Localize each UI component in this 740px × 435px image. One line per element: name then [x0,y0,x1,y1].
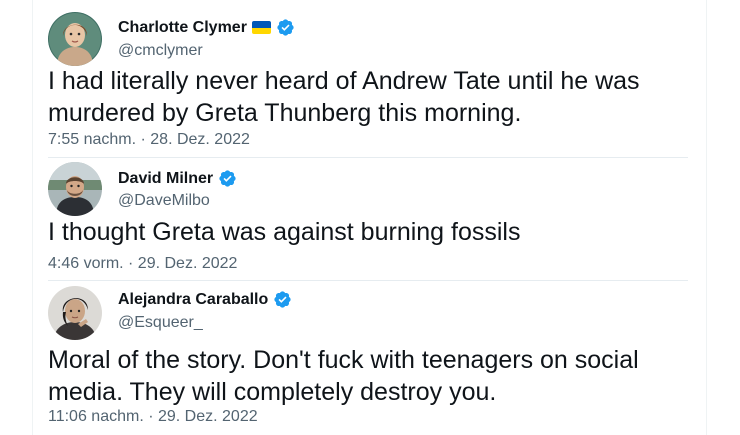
display-name[interactable]: Alejandra Caraballo [118,291,268,309]
avatar[interactable] [48,12,102,66]
user-handle[interactable]: @Esqueer_ [118,314,203,332]
verified-badge-icon [273,290,292,309]
display-name[interactable]: Charlotte Clymer [118,19,247,37]
user-handle[interactable]: @cmclymer [118,42,203,60]
tweet-timestamp[interactable]: 11:06 nachm. · 29. Dez. 2022 [48,408,258,426]
tweet-text: I thought Greta was against burning foss… [48,218,521,246]
verified-badge-icon [276,18,295,37]
verified-badge-icon [218,169,237,188]
divider [48,157,688,158]
avatar[interactable] [48,162,102,216]
divider [48,280,688,281]
display-name[interactable]: David Milner [118,170,213,188]
tweet-text: I had literally never heard of Andrew Ta… [48,67,640,127]
tweet-text: Moral of the story. Don't fuck with teen… [48,346,639,406]
user-handle[interactable]: @DaveMilbo [118,192,210,210]
avatar[interactable] [48,286,102,340]
tweet-timestamp[interactable]: 7:55 nachm. · 28. Dez. 2022 [48,131,250,149]
ukraine-flag-icon [251,21,271,34]
tweet-timestamp[interactable]: 4:46 vorm. · 29. Dez. 2022 [48,255,237,273]
